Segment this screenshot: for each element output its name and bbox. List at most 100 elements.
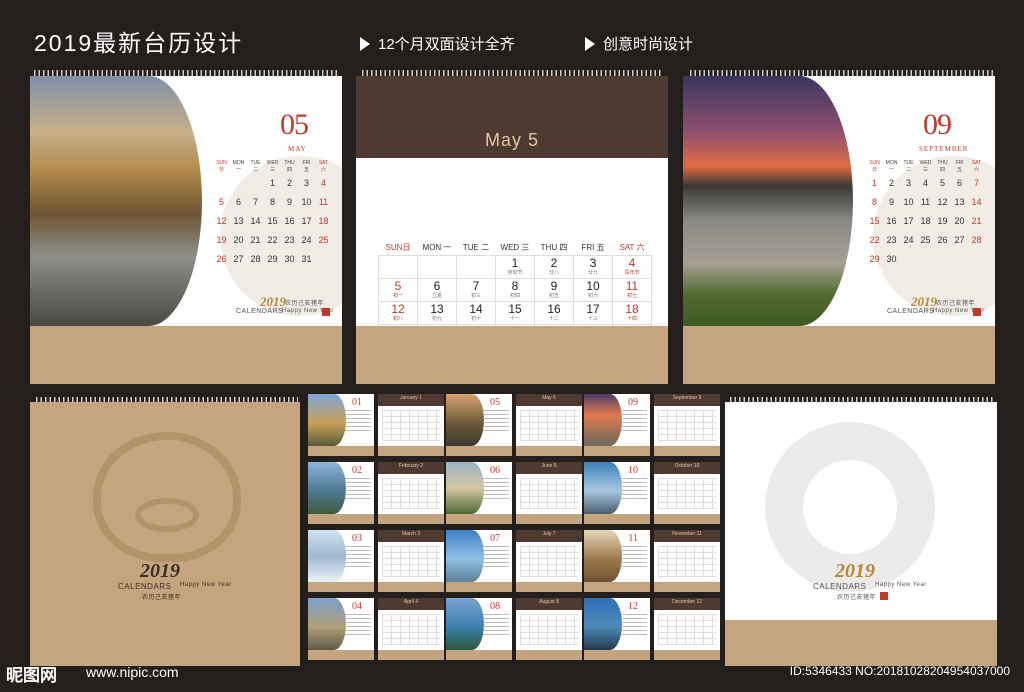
day-cell: 22: [267, 234, 278, 245]
thumb-front: 12: [584, 598, 650, 650]
pig-snout: [135, 498, 199, 532]
weekday-label: THU四: [284, 160, 295, 173]
day-cell: 12: [216, 215, 227, 226]
thumb-title-bar: March 3: [378, 530, 444, 542]
thumb-day-grid: [382, 410, 440, 441]
thumb-title-bar: September 9: [654, 394, 720, 406]
thumb-month-number: 08: [490, 601, 500, 612]
thumb-photo: [308, 598, 346, 650]
day-cell: 4 青年节: [612, 255, 652, 279]
day-number: 1: [511, 256, 519, 270]
thumb-back: February 2: [378, 462, 444, 514]
thumb-front: 06: [446, 462, 512, 514]
weekday-label: WED三: [266, 160, 279, 173]
day-cell: 12: [937, 196, 948, 207]
day-cell: [917, 249, 934, 268]
weekday-label: SUN日: [216, 160, 227, 173]
day-cell: 23: [284, 234, 295, 245]
thumb-front: 04: [308, 598, 374, 650]
day-cell: 17: [301, 215, 312, 226]
day-cell: [230, 173, 247, 192]
thumb-stand: [378, 514, 444, 524]
thumb-title-bar: June 6: [516, 462, 582, 474]
thumb-title-bar: October 10: [654, 462, 720, 474]
thumb-month-number: 01: [352, 397, 362, 408]
day-cell: 19: [216, 234, 227, 245]
day-cell: 24: [301, 234, 312, 245]
weekday-label: MON 一: [422, 242, 452, 252]
thumb-day-grid: [658, 478, 716, 509]
thumb-photo: [308, 530, 346, 582]
thumb-mini-grid: [345, 545, 371, 567]
day-cell: 22: [869, 234, 880, 245]
day-cell: 25: [318, 234, 329, 245]
day-cell: 20: [954, 215, 965, 226]
thumb-stand: [308, 582, 374, 592]
thumb-month-number: 09: [628, 397, 638, 408]
thumb-title-bar: January 1: [378, 394, 444, 406]
day-number: 2: [550, 256, 558, 270]
thumb-mini-grid: [345, 409, 371, 431]
weekday-label: WED 三: [500, 242, 530, 252]
day-cell: 5: [218, 196, 224, 207]
day-cell: 13 初九: [417, 301, 457, 325]
thumb-mini-grid: [621, 613, 647, 635]
lunar-label: 十四: [626, 316, 637, 322]
thumb-back: March 3: [378, 530, 444, 582]
kraft-stand: [30, 620, 300, 666]
weekday-label: FRI五: [955, 160, 964, 173]
day-number: 7: [472, 279, 480, 293]
thumb-mini-grid: [483, 613, 509, 635]
thumb-day-grid: [658, 410, 716, 441]
weekday-label: SAT 六: [619, 242, 645, 252]
thumb-back: December 12: [654, 598, 720, 650]
thumb-front: 11: [584, 530, 650, 582]
swirl-inner: [803, 460, 897, 554]
month-name: SEPTEMBER: [919, 145, 969, 153]
thumb-mini-grid: [621, 477, 647, 499]
cover-calendars: CALENDARS: [118, 582, 172, 591]
weekday-label: MON一: [885, 160, 898, 173]
day-number: 6: [433, 279, 441, 293]
thumb-month-number: 05: [490, 397, 500, 408]
day-cell: 18: [920, 215, 931, 226]
thumb-stand: [654, 650, 720, 660]
thumb-photo: [446, 462, 484, 514]
day-number: 5: [394, 279, 402, 293]
day-cell: 17: [903, 215, 914, 226]
day-cell: 3 廿九: [573, 255, 613, 279]
day-cell: [247, 173, 264, 192]
month-grid: SUN日 MON一 TUE二 WED三 THU四 FRI五 SAT六 1 2 3 4 5 6 7 8 9 10 1…: [213, 160, 332, 268]
day-cell: 9: [888, 196, 894, 207]
day-cell: 11: [318, 196, 329, 207]
day-cell: 16: [284, 215, 295, 226]
thumb-month-number: 10: [628, 465, 638, 476]
day-cell: 10: [903, 196, 914, 207]
weekday-label: MON一: [232, 160, 245, 173]
lunar-label: 廿八: [548, 270, 559, 276]
day-number: 12: [391, 302, 405, 316]
thumb-photo: [584, 394, 622, 446]
thumb-title-bar: May 5: [516, 394, 582, 406]
day-cell: [417, 255, 457, 279]
day-number: 13: [430, 302, 444, 316]
calendar-may-grid: May 5 SUN日 MON 一 TUE 二 WED 三 THU 四 FRI 五 SAT 六…: [356, 76, 668, 326]
weekday-label: SUN日: [385, 242, 411, 252]
day-cell: 13: [954, 196, 965, 207]
cover-year: 2019: [835, 560, 875, 582]
day-cell: 13: [233, 215, 244, 226]
day-cell: 30: [284, 253, 295, 264]
cover-happy: Happy New Year: [180, 582, 232, 588]
day-cell: 10: [301, 196, 312, 207]
day-cell: 5 初一: [378, 278, 418, 302]
thumb-stand: [308, 650, 374, 660]
thumb-month-number: 06: [490, 465, 500, 476]
thumb-back: November 11: [654, 530, 720, 582]
day-cell: 11 初七: [612, 278, 652, 302]
day-cell: 17 十三: [573, 301, 613, 325]
day-cell: 31: [301, 253, 312, 264]
month-number: 05: [280, 108, 309, 141]
thumb-month-number: 02: [352, 465, 362, 476]
thumb-front: 09: [584, 394, 650, 446]
day-cell: 14: [250, 215, 261, 226]
